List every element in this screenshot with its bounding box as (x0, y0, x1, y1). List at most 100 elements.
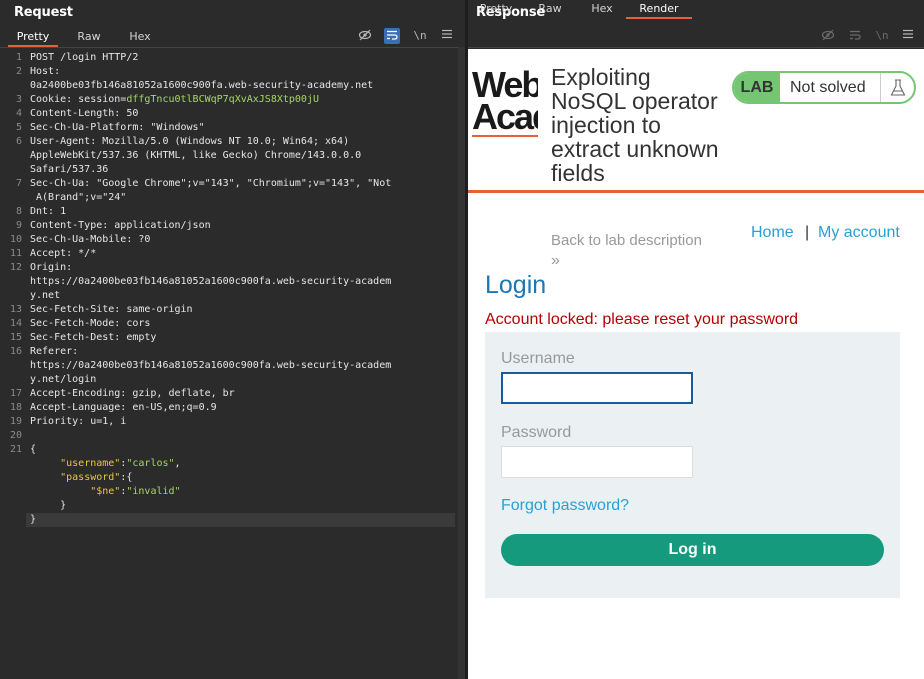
line-text: User-Agent: Mozilla/5.0 (Windows NT 10.0… (30, 136, 350, 147)
line-content: Accept-Encoding: gzip, deflate, br (30, 387, 235, 401)
line-text: Accept: */* (30, 248, 97, 259)
newline-icon[interactable]: \n (874, 28, 890, 44)
line-text: y.net/login (30, 374, 97, 385)
code-line: 3 Cookie: session=dffgTncu0tlBCWqP7qXvAxJ… (0, 93, 458, 107)
hide-icon[interactable] (820, 28, 836, 44)
line-text: Sec-Fetch-Mode: cors (30, 318, 151, 329)
line-content: https://0a2400be03fb146a81052a1600c900fa… (30, 359, 391, 373)
line-number: 1 (15, 52, 22, 63)
line-number: 7 (15, 178, 22, 189)
response-tab-raw[interactable]: Raw (530, 0, 570, 19)
error-message: Account locked: please reset your passwo… (485, 311, 799, 328)
line-text: Sec-Fetch-Dest: empty (30, 332, 157, 343)
response-tab-render[interactable]: Render (626, 0, 692, 19)
code-line: 17 Accept-Encoding: gzip, deflate, br (0, 387, 458, 401)
response-tab-pretty[interactable]: Pretty (472, 0, 520, 19)
code-line: A(Brand";v="24" (0, 191, 458, 205)
code-line: 20 (0, 429, 458, 443)
line-content: { (30, 443, 36, 457)
line-content: Sec-Fetch-Site: same-origin (30, 303, 193, 317)
web-security-academy-logo[interactable]: Web Acad (472, 67, 538, 137)
code-line: 16 Referer: (0, 345, 458, 359)
lab-status-badge: LAB Not solved (732, 71, 916, 104)
header-rule (468, 190, 924, 193)
line-content: Cookie: session=dffgTncu0tlBCWqP7qXvAxJS… (30, 93, 319, 107)
response-pane: Response Pretty Raw Hex Render \n Web Ac… (468, 0, 924, 679)
line-text: Priority: u=1, i (30, 416, 127, 427)
lab-title: Exploiting NoSQL operator injection to e… (551, 65, 731, 185)
code-line: 1 POST /login HTTP/2 (0, 51, 458, 65)
line-text: https://0a2400be03fb146a81052a1600c900fa… (30, 360, 392, 371)
line-text: POST /login HTTP/2 (30, 52, 139, 63)
nav-my-account-link[interactable]: My account (818, 224, 900, 242)
line-text: Dnt: 1 (30, 206, 67, 217)
newline-icon[interactable]: \n (412, 28, 428, 44)
request-tab-raw[interactable]: Raw (66, 28, 112, 47)
line-number: 21 (9, 444, 22, 455)
current-line-highlight (26, 513, 455, 527)
line-content: https://0a2400be03fb146a81052a1600c900fa… (30, 275, 391, 289)
request-scrollbar[interactable] (458, 47, 465, 679)
response-tab-hex[interactable]: Hex (582, 0, 622, 19)
json-tail: , (174, 458, 181, 469)
request-title: Request (14, 5, 73, 20)
wrap-icon[interactable] (384, 28, 400, 44)
lab-status: Not solved (790, 79, 866, 96)
line-number: 8 (15, 206, 22, 217)
line-number: 19 (9, 416, 22, 427)
password-input[interactable] (501, 446, 693, 478)
line-text: Content-Type: application/json (30, 220, 211, 231)
request-tab-pretty[interactable]: Pretty (8, 28, 58, 47)
json-val: "carlos" (126, 458, 175, 469)
line-text: 0a2400be03fb146a81052a1600c900fa.web-sec… (30, 80, 374, 91)
line-text: Content-Length: 50 (30, 108, 139, 119)
hide-icon[interactable] (357, 28, 373, 44)
line-content: POST /login HTTP/2 (30, 51, 138, 65)
line-number: 9 (15, 220, 22, 231)
double-chevron-icon[interactable]: » (551, 252, 560, 270)
line-content: Sec-Fetch-Dest: empty (30, 331, 156, 345)
line-number: 17 (9, 388, 22, 399)
code-line: 5 Sec-Ch-Ua-Platform: "Windows" (0, 121, 458, 135)
code-line: 18 Accept-Language: en-US,en;q=0.9 (0, 401, 458, 415)
line-text: } (30, 500, 67, 511)
menu-icon[interactable] (900, 28, 916, 44)
code-line: 6 User-Agent: Mozilla/5.0 (Windows NT 10.… (0, 135, 458, 149)
line-text: Accept-Encoding: gzip, deflate, br (30, 388, 235, 399)
line-content: Content-Length: 50 (30, 107, 138, 121)
code-line: 13 Sec-Fetch-Site: same-origin (0, 303, 458, 317)
code-line: 9 Content-Type: application/json (0, 219, 458, 233)
menu-icon[interactable] (439, 28, 455, 44)
wrap-icon[interactable] (847, 28, 863, 44)
username-label: Username (501, 350, 575, 367)
line-text: Sec-Ch-Ua-Mobile: ?0 (30, 234, 151, 245)
code-line: "password":{ (0, 471, 458, 485)
line-text: Cookie: session= (30, 94, 127, 105)
code-line: Safari/537.36 (0, 163, 458, 177)
line-content: y.net/login (30, 373, 96, 387)
username-input[interactable] (501, 372, 693, 404)
line-text: Sec-Fetch-Site: same-origin (30, 304, 193, 315)
line-number: 20 (9, 430, 22, 441)
line-text: A(Brand";v="24" (30, 192, 127, 203)
line-number: 15 (9, 332, 22, 343)
line-content: "username":"carlos", (30, 457, 181, 471)
code-line: y.net (0, 289, 458, 303)
password-label: Password (501, 424, 572, 441)
login-form: Username Password Forgot password? Log i… (485, 332, 900, 598)
back-to-lab-description-link[interactable]: Back to lab description (551, 232, 702, 249)
code-line: "username":"carlos", (0, 457, 458, 471)
nav-home-link[interactable]: Home (751, 224, 794, 242)
line-content: "$ne":"invalid" (30, 485, 180, 499)
request-editor[interactable]: 1 POST /login HTTP/2 2 Host: 0a2400be03fb146… (0, 51, 458, 671)
forgot-password-link[interactable]: Forgot password? (501, 497, 629, 515)
code-line: 19 Priority: u=1, i (0, 415, 458, 429)
line-content: Sec-Ch-Ua-Mobile: ?0 (30, 233, 150, 247)
line-text: } (30, 514, 37, 525)
login-button[interactable]: Log in (501, 534, 884, 566)
line-content: User-Agent: Mozilla/5.0 (Windows NT 10.0… (30, 135, 349, 149)
code-line: "$ne":"invalid" (0, 485, 458, 499)
login-heading: Login (485, 271, 547, 299)
request-tab-hex[interactable]: Hex (118, 28, 162, 47)
